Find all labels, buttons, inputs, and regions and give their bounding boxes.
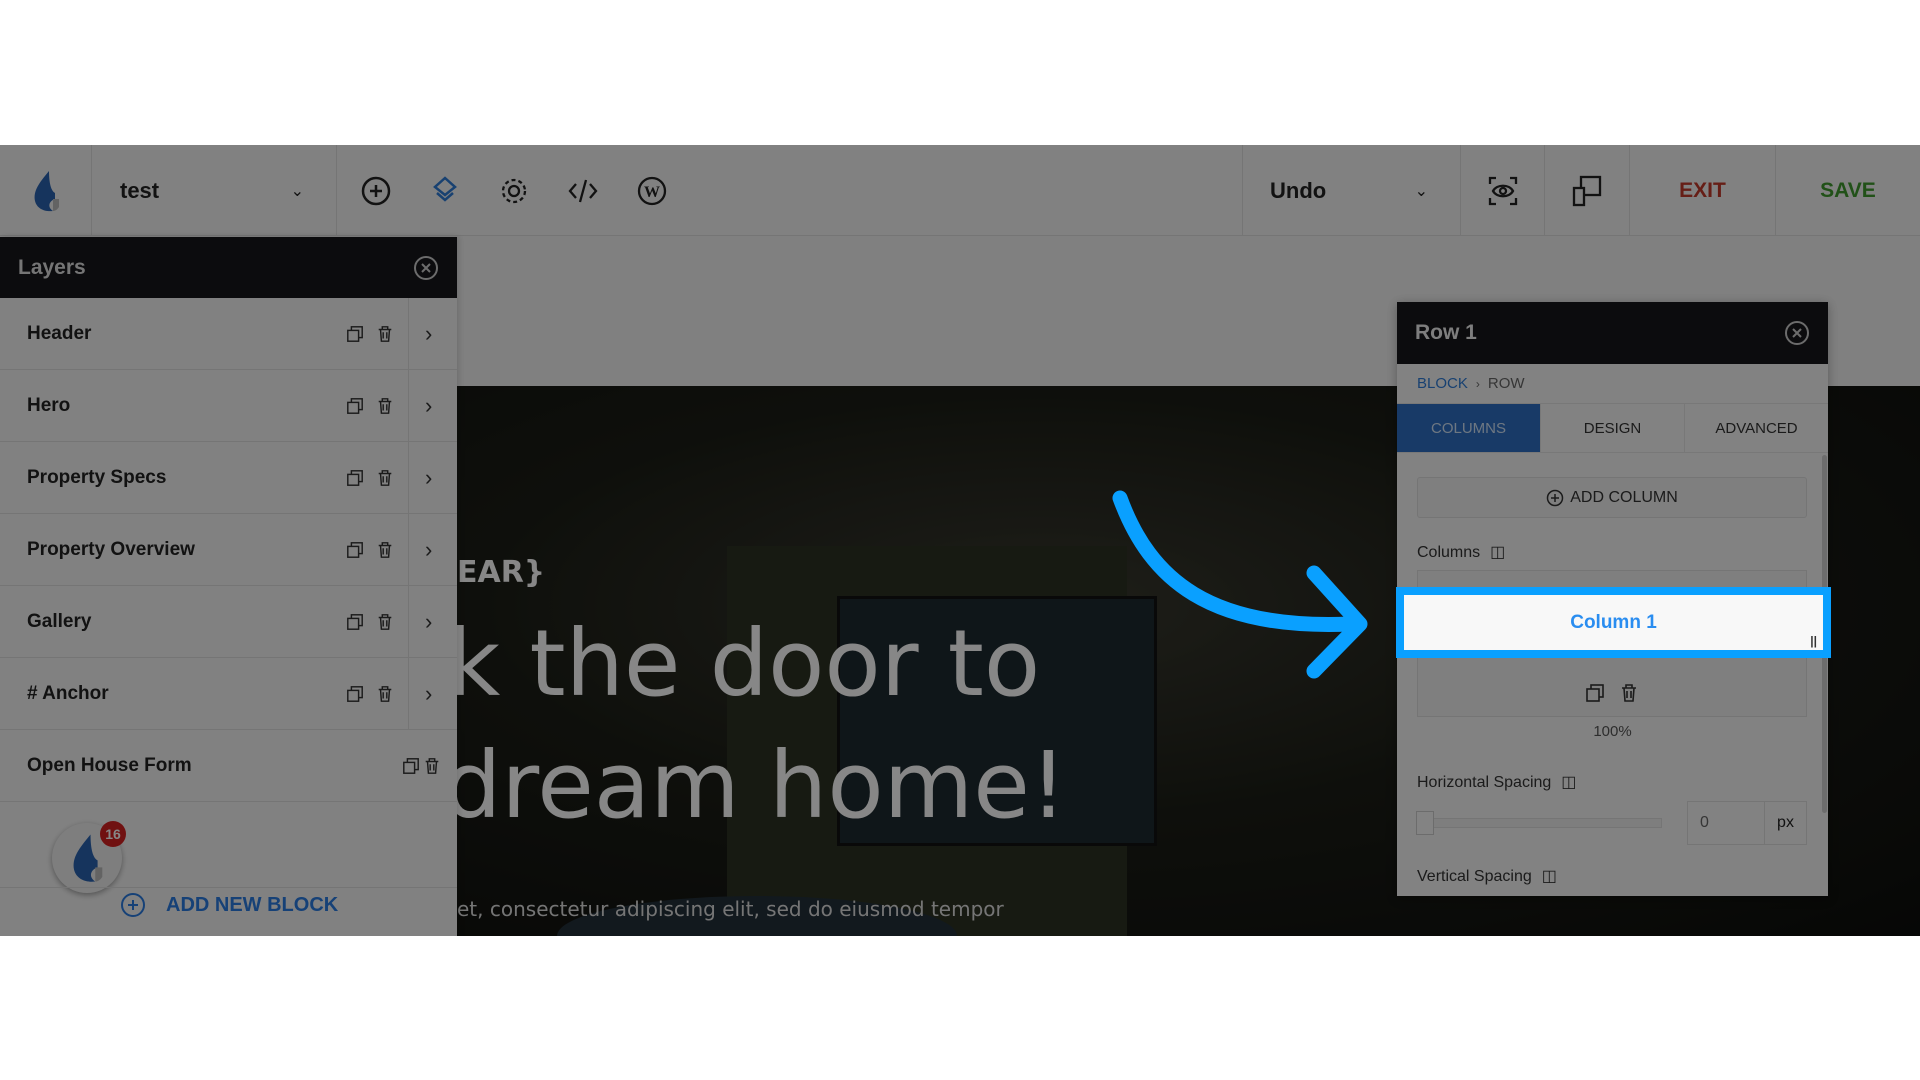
arrow-curve-icon xyxy=(1112,490,1358,632)
annotation-arrow xyxy=(1112,490,1368,679)
